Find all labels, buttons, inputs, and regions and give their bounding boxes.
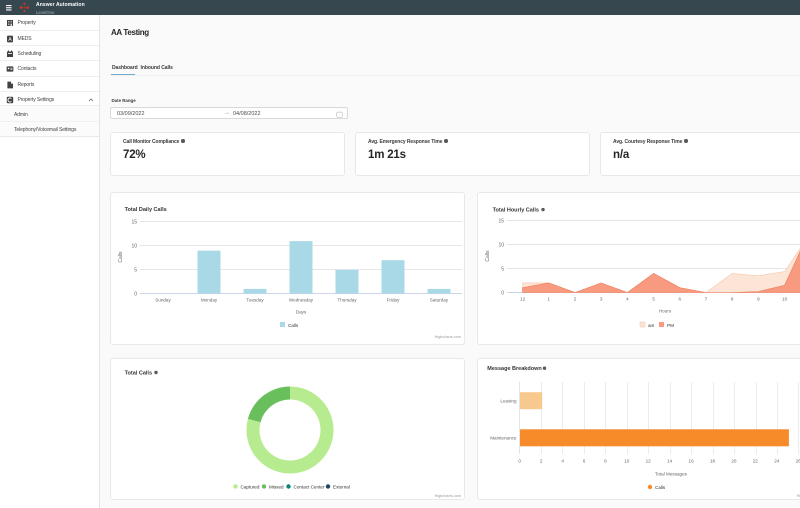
svg-text:Maintenance: Maintenance xyxy=(490,436,517,441)
svg-text:4: 4 xyxy=(561,458,564,463)
svg-text:5: 5 xyxy=(652,297,655,302)
svg-text:Thursday: Thursday xyxy=(337,298,357,303)
svg-text:Calls: Calls xyxy=(288,323,299,328)
svg-text:Total Hourly Calls: Total Hourly Calls xyxy=(493,207,539,213)
svg-text:4: 4 xyxy=(626,297,629,302)
svg-text:7: 7 xyxy=(705,297,708,302)
svg-text:10: 10 xyxy=(498,243,504,249)
svg-text:1: 1 xyxy=(548,297,551,302)
svg-text:24: 24 xyxy=(774,458,780,463)
svg-text:2: 2 xyxy=(540,458,543,463)
svg-text:Total Messages: Total Messages xyxy=(655,472,688,477)
svg-text:Total Daily Calls: Total Daily Calls xyxy=(125,207,167,213)
svg-text:am: am xyxy=(648,323,655,328)
svg-text:Saturday: Saturday xyxy=(430,298,449,303)
svg-text:Days: Days xyxy=(296,310,307,315)
svg-text:0: 0 xyxy=(134,292,137,298)
svg-text:Leasing: Leasing xyxy=(500,399,517,404)
svg-text:16: 16 xyxy=(689,458,695,463)
svg-text:Monday: Monday xyxy=(201,298,218,303)
svg-text:Calls: Calls xyxy=(485,250,491,262)
svg-text:10: 10 xyxy=(624,458,630,463)
svg-text:3: 3 xyxy=(600,297,603,302)
svg-text:6: 6 xyxy=(583,458,586,463)
svg-text:Message Breakdown: Message Breakdown xyxy=(487,366,542,372)
svg-text:Highcharts.com: Highcharts.com xyxy=(797,494,800,498)
svg-text:2: 2 xyxy=(574,297,577,302)
svg-text:Wednesday: Wednesday xyxy=(289,298,314,303)
svg-text:6: 6 xyxy=(679,297,682,302)
svg-text:Total Calls: Total Calls xyxy=(125,370,152,376)
svg-text:PM: PM xyxy=(667,323,674,328)
svg-text:10: 10 xyxy=(782,297,788,302)
svg-text:5: 5 xyxy=(501,267,504,273)
svg-text:Tuesday: Tuesday xyxy=(246,298,264,303)
svg-text:Contact Center: Contact Center xyxy=(294,484,325,489)
svg-text:Calls: Calls xyxy=(118,251,124,263)
svg-text:0: 0 xyxy=(518,458,521,463)
svg-text:15: 15 xyxy=(131,220,137,226)
svg-text:5: 5 xyxy=(134,268,137,274)
svg-text:Friday: Friday xyxy=(387,298,400,303)
svg-text:0: 0 xyxy=(501,291,504,297)
svg-text:Sunday: Sunday xyxy=(155,298,171,303)
svg-text:20: 20 xyxy=(731,458,737,463)
svg-text:14: 14 xyxy=(667,458,673,463)
svg-text:Captured: Captured xyxy=(241,484,260,489)
svg-text:12: 12 xyxy=(520,297,526,302)
svg-text:External: External xyxy=(333,484,350,489)
svg-text:10: 10 xyxy=(131,244,137,250)
svg-text:26: 26 xyxy=(796,458,800,463)
svg-text:22: 22 xyxy=(753,458,759,463)
svg-text:8: 8 xyxy=(731,297,734,302)
svg-text:Highcharts.com: Highcharts.com xyxy=(435,494,461,498)
svg-text:18: 18 xyxy=(710,458,716,463)
svg-text:Highcharts.com: Highcharts.com xyxy=(435,335,461,339)
svg-text:Missed: Missed xyxy=(269,484,284,489)
svg-text:8: 8 xyxy=(604,458,607,463)
svg-text:9: 9 xyxy=(757,297,760,302)
svg-text:Hours: Hours xyxy=(659,309,672,314)
svg-text:15: 15 xyxy=(498,219,504,225)
svg-text:Calls: Calls xyxy=(655,485,666,490)
svg-text:12: 12 xyxy=(646,458,652,463)
